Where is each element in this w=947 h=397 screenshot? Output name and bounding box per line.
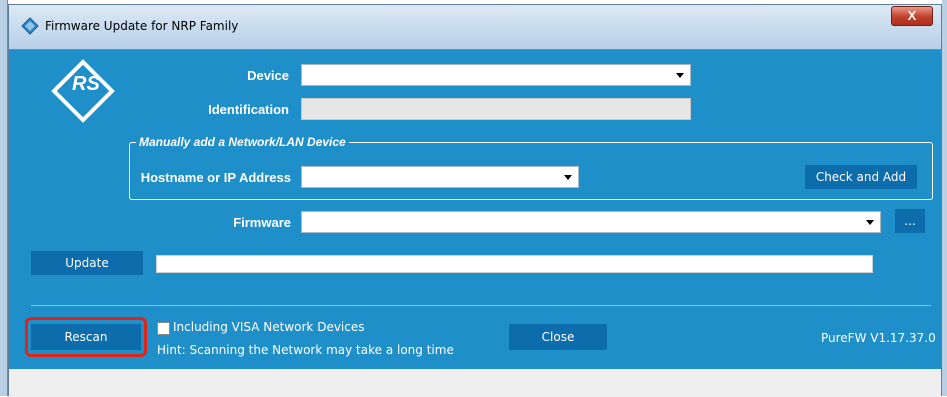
chevron-down-icon [564, 175, 572, 180]
visa-devices-label: Including VISA Network Devices [173, 320, 365, 334]
manual-network-group-title: Manually add a Network/LAN Device [136, 135, 349, 149]
scan-hint-text: Hint: Scanning the Network may take a lo… [157, 343, 454, 357]
hostname-label: Hostname or IP Address [140, 170, 291, 185]
window-left-frame [0, 0, 8, 396]
close-button[interactable]: Close [509, 324, 607, 350]
update-progress-bar [156, 255, 873, 273]
rs-logo-text: RS [72, 73, 100, 95]
chevron-down-icon [676, 73, 684, 78]
visa-devices-checkbox[interactable] [157, 322, 170, 335]
main-panel: RS Device Identification Manually add a … [9, 49, 941, 369]
rescan-highlight [25, 317, 147, 357]
version-label: PureFW V1.17.37.0 [821, 331, 936, 345]
check-and-add-button[interactable]: Check and Add [805, 165, 917, 189]
chevron-down-icon [866, 220, 874, 225]
browse-firmware-button[interactable]: ... [895, 209, 925, 233]
rs-logo-icon: RS [51, 59, 115, 123]
window-right-frame [942, 0, 947, 396]
title-bar: Firmware Update for NRP Family X [9, 5, 941, 50]
firmware-label: Firmware [233, 215, 291, 230]
footer-separator [31, 305, 931, 306]
hostname-combobox[interactable] [301, 166, 579, 188]
update-button[interactable]: Update [31, 251, 143, 275]
device-label: Device [247, 68, 289, 83]
device-dropdown[interactable] [301, 64, 691, 86]
identification-field [301, 98, 691, 120]
identification-label: Identification [208, 102, 289, 117]
status-bar [9, 369, 941, 397]
firmware-update-window: Firmware Update for NRP Family X RS Devi… [8, 4, 942, 397]
window-close-button[interactable]: X [891, 6, 933, 26]
window-title: Firmware Update for NRP Family [45, 19, 239, 33]
firmware-combobox[interactable] [301, 211, 881, 233]
app-logo-icon [21, 17, 39, 35]
